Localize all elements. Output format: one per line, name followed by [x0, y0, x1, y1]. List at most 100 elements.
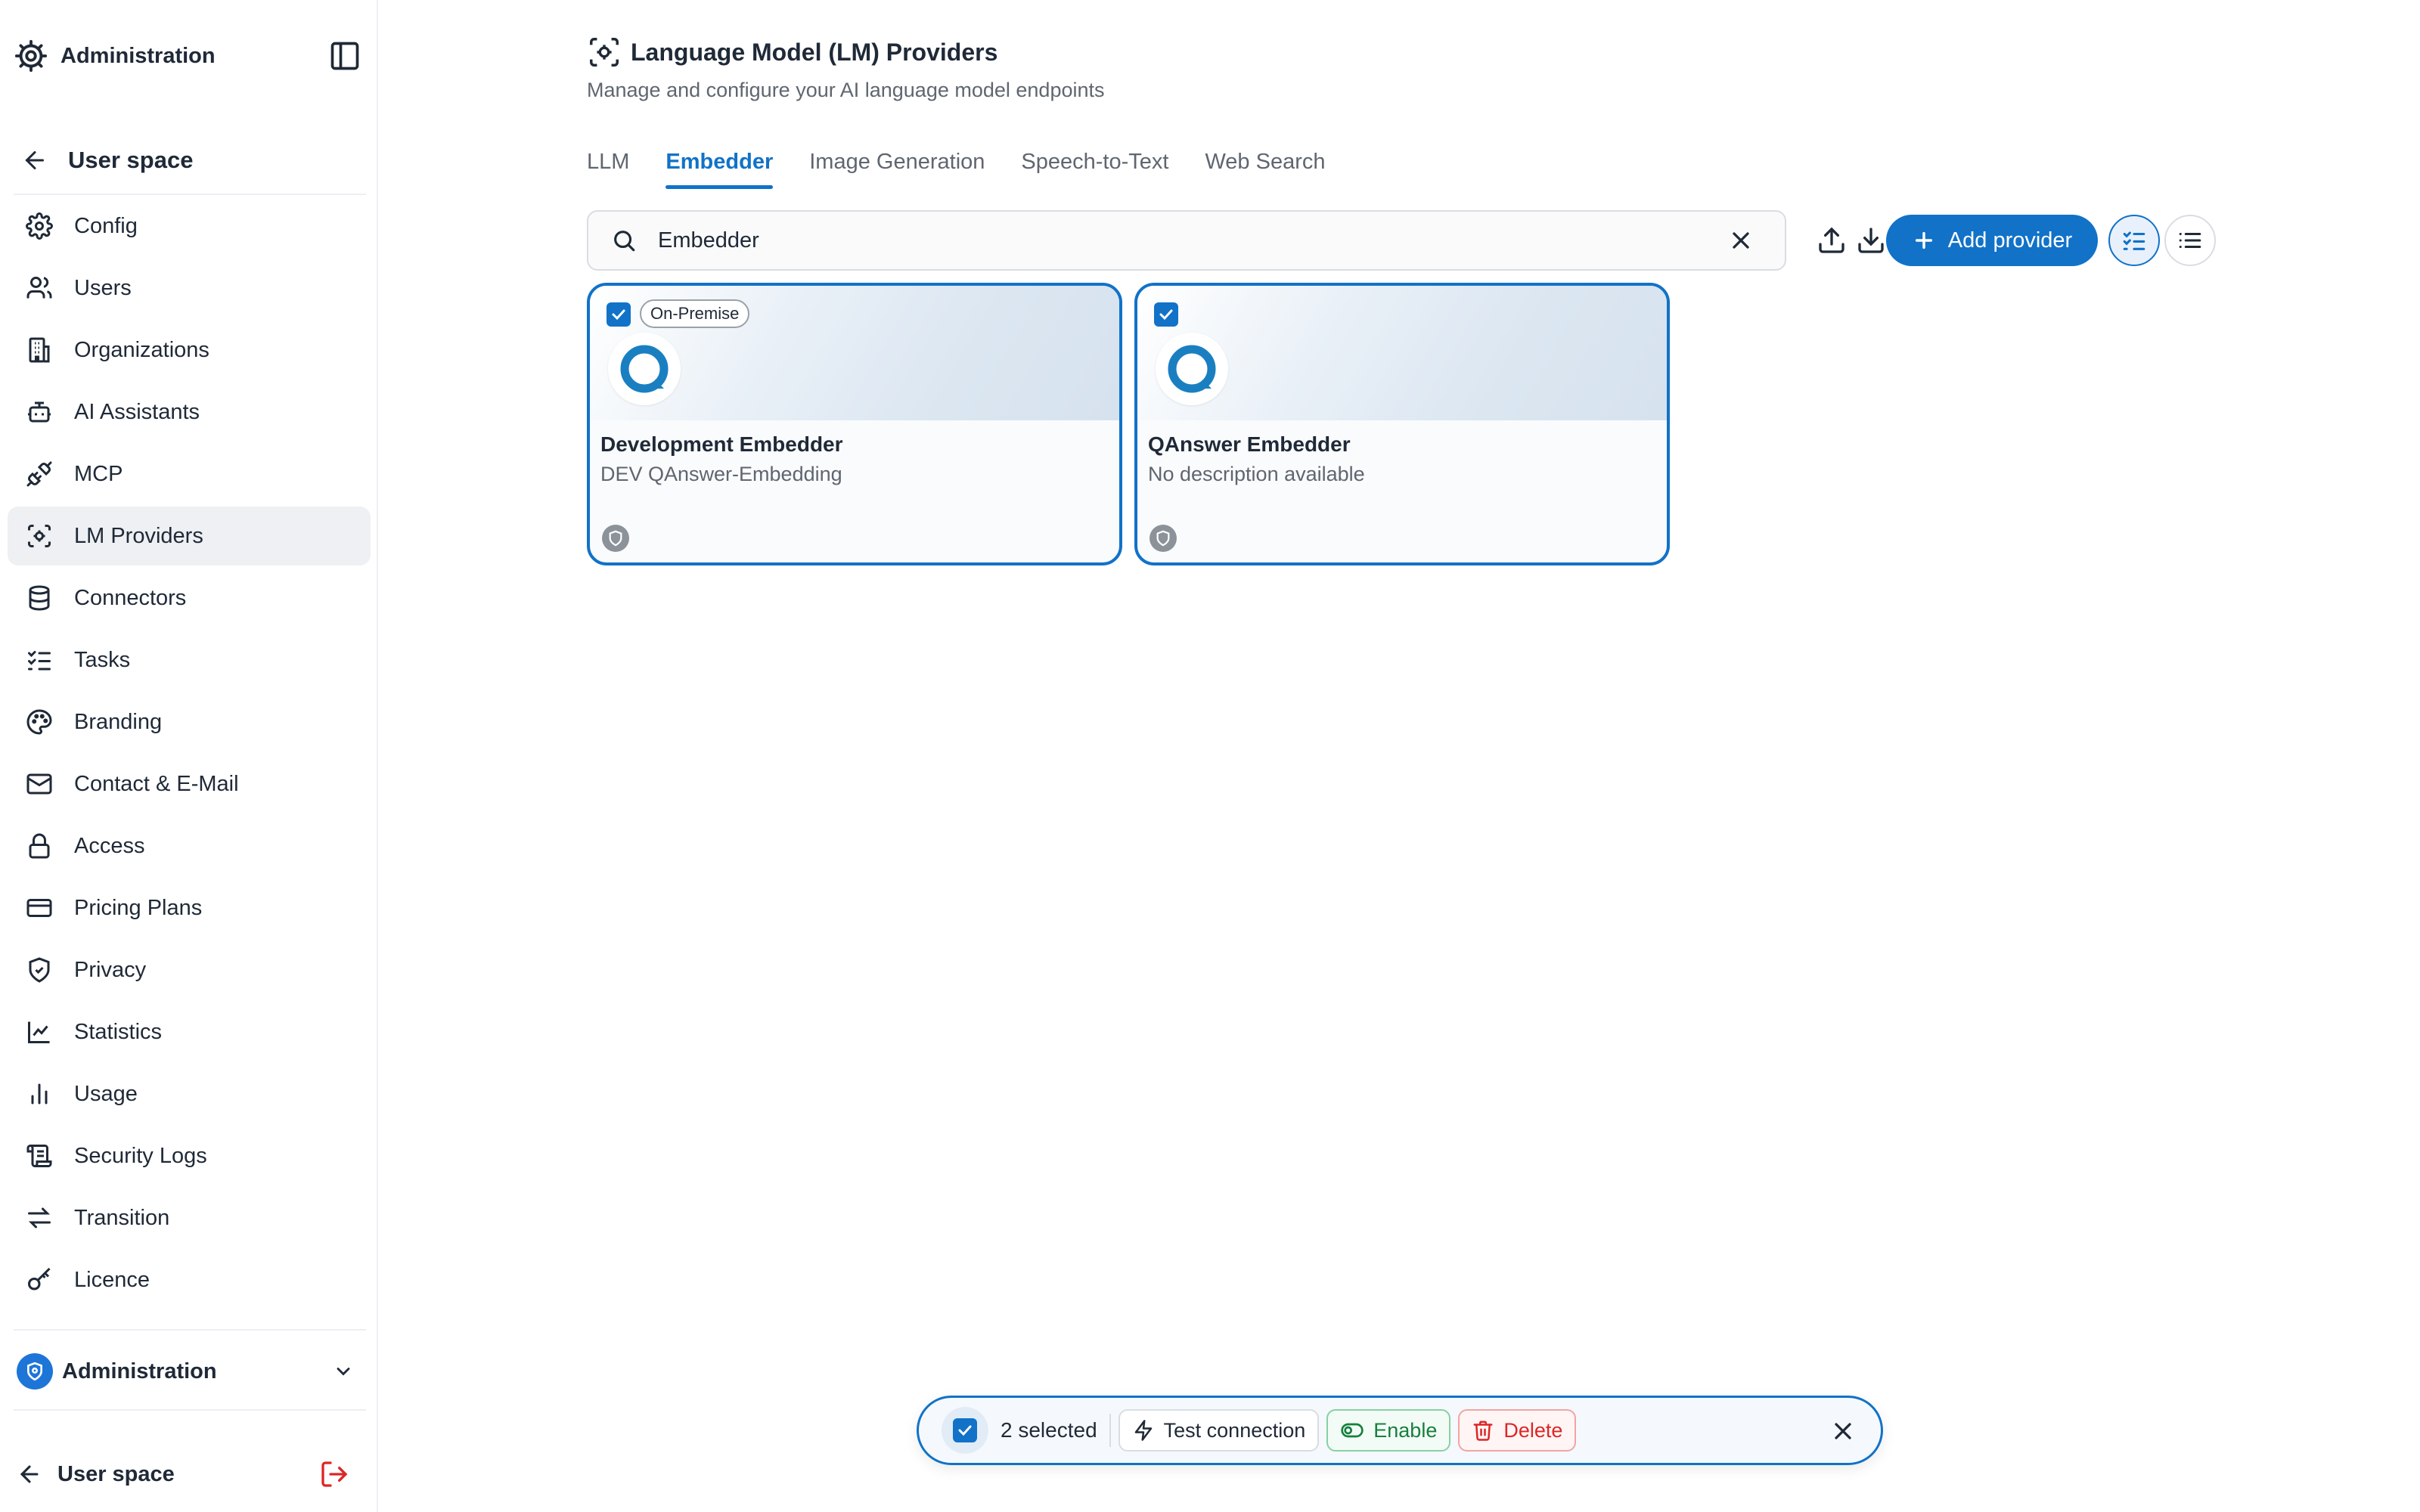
sidebar-item-label: Privacy	[74, 957, 147, 982]
list-checks-icon	[28, 651, 51, 671]
sidebar-item-security-logs[interactable]: Security Logs	[8, 1126, 371, 1185]
add-provider-label: Add provider	[1947, 228, 2073, 253]
check-icon	[958, 1425, 972, 1436]
sidebar-item-privacy[interactable]: Privacy	[8, 940, 371, 999]
bot-icon	[28, 401, 51, 423]
zap-icon	[1134, 1420, 1152, 1441]
sidebar-item-ai-assistants[interactable]: AI Assistants	[8, 383, 371, 442]
bar-divider	[1109, 1414, 1111, 1447]
provider-logo	[608, 333, 681, 405]
provider-logo	[1156, 333, 1228, 405]
page-title: Language Model (LM) Providers	[631, 38, 998, 66]
back-label: User space	[68, 147, 194, 173]
sidebar-item-label: MCP	[74, 461, 123, 486]
logout-icon[interactable]	[319, 1459, 349, 1489]
sidebar-toggle-icon[interactable]	[328, 39, 361, 73]
sidebar-item-mcp[interactable]: MCP	[8, 445, 371, 503]
list-icon	[2179, 232, 2201, 249]
shield-icon	[602, 525, 629, 552]
delete-button[interactable]: Delete	[1458, 1409, 1577, 1452]
chevron-down-icon	[337, 1368, 350, 1376]
sidebar-item-label: LM Providers	[74, 523, 203, 548]
provider-card[interactable]: QAnswer Embedder No description availabl…	[1134, 283, 1670, 565]
sidebar-item-label: Usage	[74, 1081, 138, 1106]
page-header: Language Model (LM) Providers	[587, 35, 997, 70]
plug-icon	[26, 461, 52, 487]
tab-llm[interactable]: LLM	[587, 145, 629, 194]
sidebar-item-label: Statistics	[74, 1019, 163, 1044]
on-premise-badge: On-Premise	[640, 299, 750, 328]
tab-speech-to-text[interactable]: Speech-to-Text	[1021, 145, 1168, 194]
key-icon	[28, 1267, 51, 1290]
sidebar-item-statistics[interactable]: Statistics	[8, 1002, 371, 1061]
sidebar-item-tasks[interactable]: Tasks	[8, 631, 371, 689]
provider-card[interactable]: On-Premise Development Embedder DEV QAns…	[587, 283, 1122, 565]
close-icon[interactable]	[1829, 1418, 1857, 1445]
clear-search-icon[interactable]	[1727, 227, 1754, 254]
card-title: Development Embedder	[600, 432, 843, 456]
sidebar-item-label: Contact & E-Mail	[74, 771, 239, 796]
select-all-checkbox[interactable]	[942, 1407, 988, 1454]
sidebar-item-label: Organizations	[74, 337, 209, 362]
select-mode-button[interactable]	[2108, 215, 2160, 266]
qanswer-logo-icon	[1168, 345, 1216, 393]
list-view-button[interactable]	[2164, 215, 2216, 266]
test-connection-button[interactable]: Test connection	[1118, 1409, 1320, 1452]
trash-icon	[1473, 1421, 1493, 1441]
sidebar-item-label: Transition	[74, 1205, 170, 1230]
sidebar-item-organizations[interactable]: Organizations	[8, 321, 371, 380]
building-icon	[29, 337, 50, 363]
tab-image-generation[interactable]: Image Generation	[809, 145, 985, 194]
sidebar-item-contact-email[interactable]: Contact & E-Mail	[8, 754, 371, 813]
bar-chart-icon	[31, 1083, 48, 1105]
sidebar-item-licence[interactable]: Licence	[8, 1250, 371, 1309]
org-label: Administration	[62, 1359, 217, 1383]
admin-gear-icon	[14, 39, 48, 73]
sidebar-nav: Config Users Organizations AI Assistants…	[8, 197, 371, 1312]
sidebar-item-label: AI Assistants	[74, 399, 200, 424]
search-bar	[587, 210, 1786, 271]
footer-user-space[interactable]: User space	[17, 1455, 349, 1494]
qanswer-logo-icon	[620, 345, 669, 393]
sidebar-item-config[interactable]: Config	[8, 197, 371, 256]
shield-icon	[1150, 525, 1177, 552]
scroll-icon	[26, 1145, 52, 1167]
tab-web-search[interactable]: Web Search	[1205, 145, 1325, 194]
shield-check-icon	[29, 957, 50, 983]
organization-switcher[interactable]: Administration	[17, 1350, 361, 1393]
sidebar-item-lm-providers[interactable]: LM Providers	[8, 507, 371, 565]
card-checkbox[interactable]	[607, 302, 631, 327]
palette-icon	[26, 709, 52, 735]
sidebar-item-pricing-plans[interactable]: Pricing Plans	[8, 878, 371, 937]
sidebar: Administration User space Config Users O…	[0, 0, 378, 1512]
scan-cog-icon	[590, 38, 619, 67]
delete-label: Delete	[1503, 1418, 1563, 1442]
enable-button[interactable]: Enable	[1326, 1409, 1451, 1452]
sidebar-item-label: Access	[74, 833, 145, 858]
import-button[interactable]	[1853, 222, 1889, 259]
sidebar-item-access[interactable]: Access	[8, 816, 371, 875]
tab-embedder[interactable]: Embedder	[666, 145, 773, 194]
sidebar-item-connectors[interactable]: Connectors	[8, 569, 371, 627]
check-icon	[1159, 309, 1173, 321]
download-icon	[1858, 228, 1884, 253]
sidebar-item-transition[interactable]: Transition	[8, 1188, 371, 1247]
sidebar-item-users[interactable]: Users	[8, 259, 371, 318]
sidebar-item-label: Branding	[74, 709, 163, 734]
back-to-user-space[interactable]: User space	[21, 141, 366, 180]
database-icon	[29, 585, 50, 611]
sidebar-item-label: Config	[74, 213, 138, 238]
scan-cog-icon	[28, 525, 51, 547]
export-button[interactable]	[1813, 222, 1850, 259]
credit-card-icon	[26, 899, 52, 917]
search-input[interactable]	[658, 228, 1702, 253]
sidebar-header: Administration	[14, 35, 361, 77]
sidebar-divider	[14, 1409, 366, 1411]
page-subtitle: Manage and configure your AI language mo…	[587, 79, 1105, 101]
card-checkbox[interactable]	[1154, 302, 1178, 327]
sidebar-item-usage[interactable]: Usage	[8, 1064, 371, 1123]
sidebar-divider	[14, 1329, 366, 1331]
selected-count: 2 selected	[1001, 1418, 1097, 1442]
add-provider-button[interactable]: Add provider	[1886, 215, 2098, 266]
sidebar-item-branding[interactable]: Branding	[8, 692, 371, 751]
